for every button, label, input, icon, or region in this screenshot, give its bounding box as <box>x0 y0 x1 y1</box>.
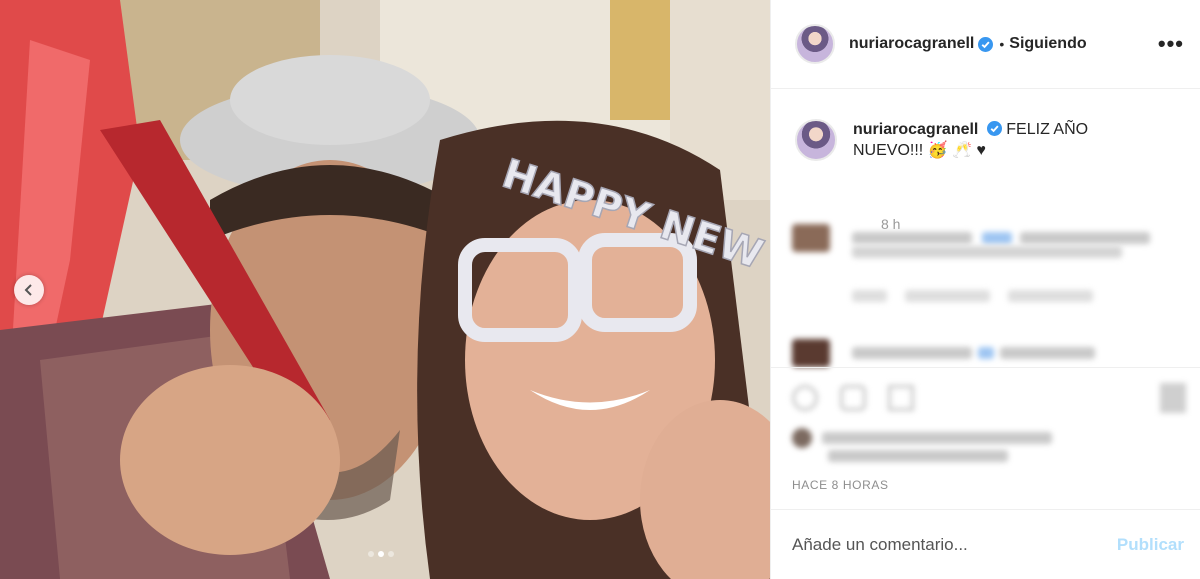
carousel-prev-button[interactable] <box>14 275 44 305</box>
verified-badge-icon <box>978 36 994 52</box>
avatar <box>792 339 830 367</box>
post-photo[interactable]: HAPPY NEW YEAR <box>0 0 770 579</box>
avatar[interactable] <box>795 24 835 64</box>
caption-avatar[interactable] <box>795 119 837 161</box>
blurred-likes-line <box>792 450 1008 462</box>
photo-scene: HAPPY NEW YEAR <box>0 0 770 579</box>
username-link[interactable]: nuriarocagranell <box>849 35 974 53</box>
more-options-icon[interactable]: ••• <box>1158 33 1184 55</box>
blurred-comment-meta <box>792 290 1093 302</box>
following-button[interactable]: Siguiendo <box>1009 35 1086 53</box>
actions-bar <box>770 367 1200 368</box>
blurred-likes <box>792 428 1052 448</box>
blurred-comment <box>792 339 1095 367</box>
blurred-actions <box>792 383 1186 413</box>
comment-composer: Publicar <box>770 509 1200 579</box>
chevron-left-icon <box>24 284 32 296</box>
carousel-dot <box>388 551 394 557</box>
verified-badge-icon <box>986 121 1002 136</box>
carousel-dot-active <box>378 551 384 557</box>
carousel-dots <box>368 551 394 557</box>
post-timestamp[interactable]: HACE 8 HORAS <box>792 478 889 492</box>
publish-button[interactable]: Publicar <box>1117 535 1184 555</box>
comment-input[interactable] <box>792 534 1117 555</box>
blurred-comment-line <box>792 246 1122 258</box>
carousel-dot <box>368 551 374 557</box>
follow-separator: • <box>999 36 1005 52</box>
post-header: nuriarocagranell • Siguiendo ••• <box>771 0 1200 89</box>
caption-text-block: nuriarocagranell FELIZ AÑO NUEVO!!! 🥳 🥂 … <box>853 119 1153 161</box>
caption: nuriarocagranell FELIZ AÑO NUEVO!!! 🥳 🥂 … <box>771 89 1200 161</box>
caption-username[interactable]: nuriarocagranell <box>853 121 978 138</box>
